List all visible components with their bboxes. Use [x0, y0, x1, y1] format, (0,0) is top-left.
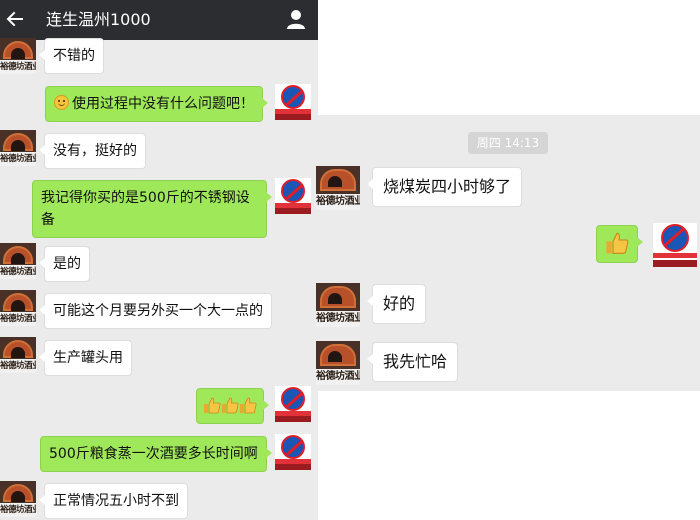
screenshot-collage: 连生温州1000 裕德坊酒业 不错的 使用过程中没有什么问题吧！ 裕德坊酒业 没…	[0, 0, 700, 520]
chat-screen-left: 连生温州1000 裕德坊酒业 不错的 使用过程中没有什么问题吧！ 裕德坊酒业 没…	[0, 0, 318, 520]
message-text: 可能这个月要另外买一个大一点的	[53, 303, 263, 319]
contact-avatar[interactable]: 裕德坊酒业	[0, 481, 36, 517]
smiley-icon	[54, 95, 69, 110]
self-avatar[interactable]	[275, 178, 311, 214]
back-arrow-icon[interactable]	[4, 8, 26, 30]
message-text: 是的	[53, 256, 81, 272]
person-icon[interactable]	[286, 9, 306, 29]
message-text: 烧煤炭四小时够了	[383, 177, 512, 196]
message-bubble-received: 可能这个月要另外买一个大一点的	[39, 293, 272, 329]
self-avatar[interactable]	[275, 434, 311, 470]
chat-title: 连生温州1000	[46, 10, 151, 29]
thumbs-up-icon	[222, 397, 239, 414]
contact-avatar[interactable]: 裕德坊酒业	[316, 166, 360, 210]
message-bubble-received: 不错的	[39, 38, 104, 74]
message-bubble-sent: 使用过程中没有什么问题吧！	[45, 86, 268, 122]
chat-screen-right: 周四 14:13 裕德坊酒业 烧煤炭四小时够了 裕德坊酒业 好的 裕德坊酒业 我…	[316, 115, 700, 391]
message-bubble-received: 没有，挺好的	[39, 133, 146, 169]
chat-header: 连生温州1000	[0, 0, 318, 40]
thumbs-up-icon	[204, 397, 221, 414]
message-text: 好的	[383, 294, 416, 313]
message-bubble-received: 正常情况五小时不到	[39, 483, 188, 519]
contact-avatar[interactable]: 裕德坊酒业	[0, 130, 36, 166]
self-avatar[interactable]	[275, 386, 311, 422]
message-text: 使用过程中没有什么问题吧！	[72, 96, 254, 112]
message-bubble-sent: 我记得你买的是500斤的不锈钢设备	[32, 180, 272, 238]
message-bubble-received: 是的	[39, 246, 90, 282]
message-text: 我记得你买的是500斤的不锈钢设备	[41, 190, 250, 228]
contact-avatar[interactable]: 裕德坊酒业	[0, 337, 36, 373]
message-bubble-sent: 500斤粮食蒸一次酒要多长时间啊	[40, 436, 272, 472]
message-text: 生产罐头用	[53, 350, 123, 366]
contact-avatar[interactable]: 裕德坊酒业	[0, 38, 36, 74]
self-avatar[interactable]	[275, 84, 311, 120]
message-bubble-received: 好的	[366, 284, 427, 324]
message-text: 不错的	[53, 48, 95, 64]
message-text: 没有，挺好的	[53, 143, 137, 159]
self-avatar[interactable]	[653, 223, 697, 267]
contact-avatar[interactable]: 裕德坊酒业	[316, 341, 360, 385]
message-text: 我先忙哈	[383, 352, 448, 371]
message-text: 正常情况五小时不到	[53, 493, 179, 509]
contact-avatar[interactable]: 裕德坊酒业	[0, 243, 36, 279]
message-bubble-sent	[596, 225, 643, 263]
contact-avatar[interactable]: 裕德坊酒业	[316, 283, 360, 327]
contact-avatar[interactable]: 裕德坊酒业	[0, 290, 36, 326]
timestamp: 周四 14:13	[468, 132, 548, 154]
message-text: 500斤粮食蒸一次酒要多长时间啊	[49, 446, 258, 462]
message-bubble-received: 烧煤炭四小时够了	[366, 167, 523, 207]
message-bubble-received: 我先忙哈	[366, 342, 459, 382]
thumbs-up-icon	[240, 397, 257, 414]
message-bubble-received: 生产罐头用	[39, 340, 132, 376]
message-bubble-sent	[196, 388, 269, 424]
thumbs-up-icon	[606, 232, 629, 254]
